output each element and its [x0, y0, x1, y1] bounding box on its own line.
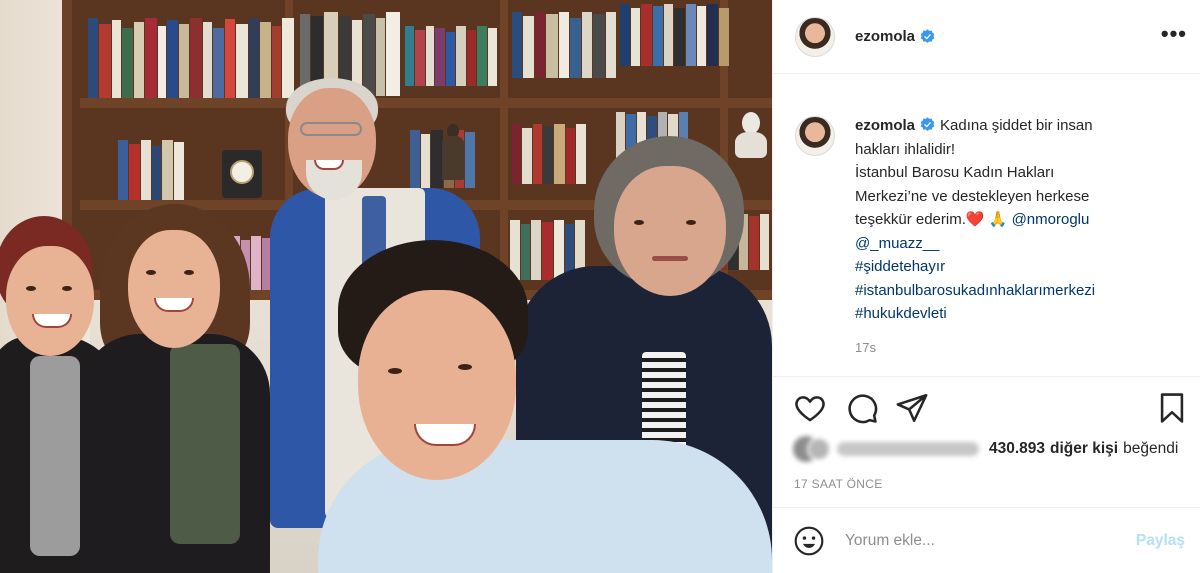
caption-line: ezomola Kadına şiddet bir insan — [855, 114, 1185, 138]
person-center-selfie — [318, 240, 772, 573]
likes-suffix: beğendi — [1123, 440, 1179, 457]
caption-line-5-text: teşekkür ederim. — [855, 211, 966, 228]
clock — [222, 150, 262, 198]
person-brown-hair — [80, 204, 270, 573]
caption-line-5: teşekkür ederim.❤️ 🙏 @nmoroglu — [855, 208, 1185, 232]
post-actions-bar — [773, 388, 1200, 428]
avatar[interactable] — [795, 116, 835, 156]
verified-badge-icon — [920, 117, 935, 131]
hashtag-link[interactable]: #istanbulbarosukadınhaklarımerkezi — [855, 279, 1185, 303]
verified-badge-icon — [920, 29, 935, 43]
comment-bar: Paylaş — [773, 508, 1200, 573]
post-comment-button[interactable]: Paylaş — [1136, 532, 1185, 550]
comment-input[interactable] — [845, 531, 1115, 550]
hashtag-link[interactable]: #hukukdevleti — [855, 302, 1185, 326]
caption-text: ezomola Kadına şiddet bir insan hakları … — [855, 114, 1185, 359]
caption-username[interactable]: ezomola — [855, 117, 915, 134]
header-username[interactable]: ezomola — [855, 28, 915, 45]
likes-count[interactable]: 430.893 — [989, 440, 1045, 458]
caption-line-1: Kadına şiddet bir insan — [940, 117, 1093, 134]
post-photo[interactable] — [0, 0, 772, 573]
books-group — [88, 18, 294, 98]
divider — [773, 376, 1200, 377]
comment-icon[interactable] — [845, 391, 879, 425]
caption-line-3: İstanbul Barosu Kadın Hakları — [855, 164, 1055, 181]
likes-summary: 430.893 diğer kişi beğendi — [793, 436, 1178, 462]
emoji-icon[interactable] — [793, 525, 825, 557]
heart-icon[interactable] — [793, 391, 827, 425]
heart-pray-emojis: ❤️ 🙏 — [965, 211, 1008, 228]
post-date[interactable]: 17 SAAT ÖNCE — [794, 477, 883, 491]
liker-avatars[interactable] — [793, 436, 833, 462]
books-group — [405, 26, 497, 86]
caption-time-ago[interactable]: 17s — [855, 336, 1185, 360]
mention-link[interactable]: @nmoroglu — [1012, 211, 1090, 228]
caption-line-2: hakları ihlalidir! — [855, 140, 956, 158]
avatar[interactable] — [795, 16, 835, 57]
books-group — [118, 140, 184, 200]
post-header: ezomola ••• — [773, 0, 1200, 74]
caption-line-4: Merkezi’ne ve destekleyen herkese — [855, 187, 1090, 205]
books-group — [512, 12, 616, 78]
share-icon[interactable] — [895, 391, 929, 425]
hashtag-link[interactable]: #şiddetehayır — [855, 255, 1185, 279]
post-side-panel: ezomola ••• ezomola Kadına şiddet bir in… — [772, 0, 1200, 573]
mention-link[interactable]: @_muazz__ — [855, 232, 1185, 256]
blurred-liker-name[interactable] — [837, 442, 979, 456]
post-caption: ezomola Kadına şiddet bir insan hakları … — [795, 114, 1185, 359]
more-options-button[interactable]: ••• — [1161, 23, 1187, 45]
books-group — [620, 4, 729, 66]
instagram-post: ezomola ••• ezomola Kadına şiddet bir in… — [0, 0, 1200, 573]
header-username-wrap: ezomola — [835, 28, 935, 45]
avatar — [807, 437, 831, 461]
bookmark-icon[interactable] — [1155, 391, 1189, 425]
likes-others-label[interactable]: diğer kişi — [1050, 440, 1118, 458]
